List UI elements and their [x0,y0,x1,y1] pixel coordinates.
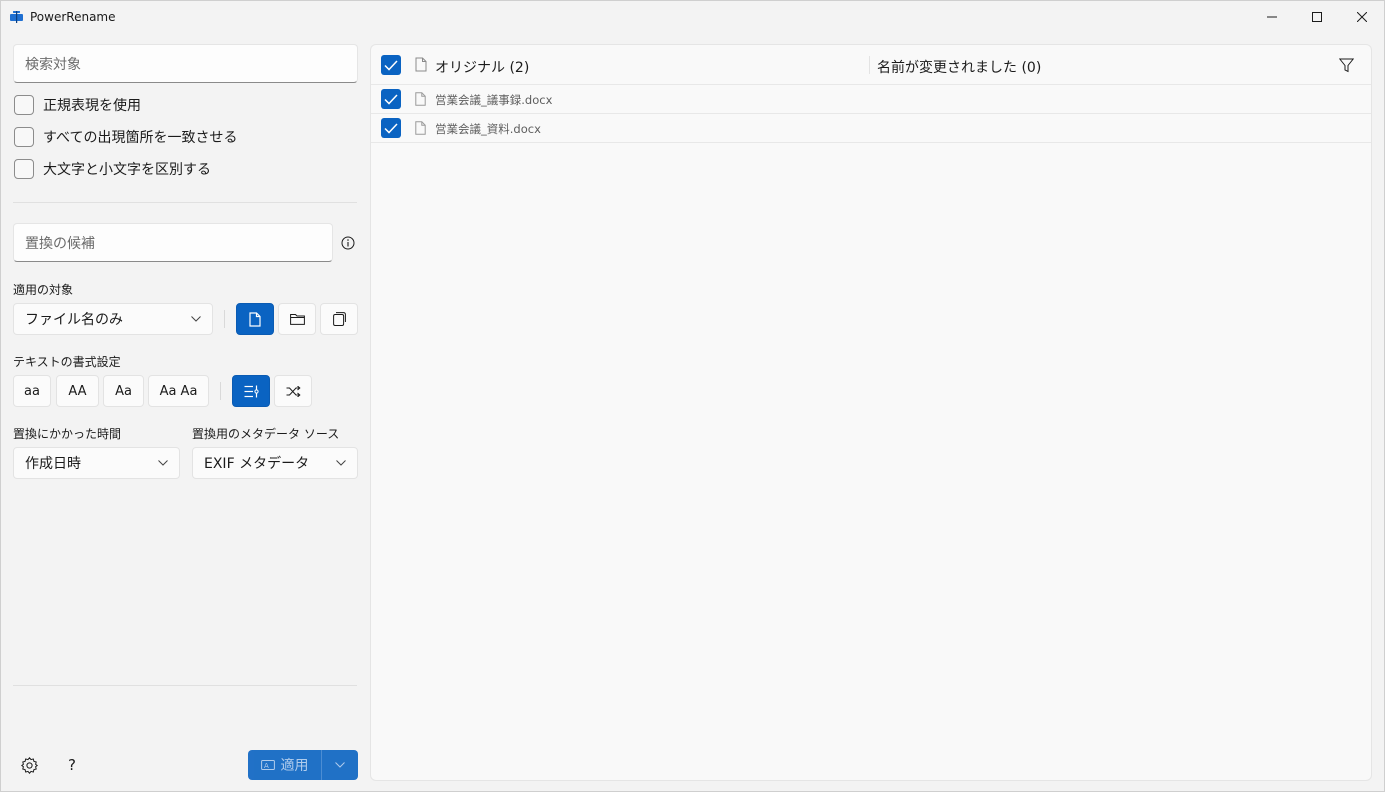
apply-to-dropdown[interactable]: ファイル名のみ [13,303,213,335]
original-header: オリジナル (2) [435,60,530,76]
checkmark-icon [384,93,398,105]
subfolder-icon [332,312,346,326]
metadata-label: 置換用のメタデータ ソース [192,427,340,441]
regex-checkbox[interactable] [14,95,34,115]
titlecase-button[interactable]: Aa [103,375,144,407]
close-icon [1357,12,1367,22]
apply-to-label: 適用の対象 [13,283,74,297]
enumerate-icon [244,385,259,397]
renamed-header: 名前が変更されました (0) [877,60,1042,76]
lowercase-button[interactable]: aa [13,375,51,407]
option-case-sensitive[interactable]: 大文字と小文字を区別する [14,158,211,180]
minimize-icon [1267,16,1277,18]
metadata-selected: EXIF メタデータ [204,456,310,472]
randomize-button[interactable] [274,375,312,407]
maximize-button[interactable] [1294,1,1340,33]
file-name: 営業会議_議事録.docx [435,93,553,107]
metadata-dropdown[interactable]: EXIF メタデータ [192,447,358,479]
apply-label: 適用 [280,758,309,774]
uppercase-button[interactable]: AA [56,375,99,407]
include-files-button[interactable] [236,303,274,335]
capitalize-words-label: Aa Aa [159,383,198,399]
apply-button[interactable]: A 適用 [248,750,322,780]
row-checkbox[interactable] [381,89,401,109]
shuffle-icon [286,385,301,397]
row-checkbox[interactable] [381,118,401,138]
section-divider [13,202,357,203]
file-list-panel: オリジナル (2) 名前が変更されました (0) 営業会議_議事録.docx 営… [370,44,1372,781]
chevron-down-icon [158,460,168,466]
file-icon [415,57,427,72]
include-folders-button[interactable] [278,303,316,335]
separator [220,382,221,400]
search-placeholder: 検索対象 [25,56,81,73]
list-item[interactable]: 営業会議_資料.docx [371,114,1371,143]
replace-input[interactable]: 置換の候補 [13,223,333,262]
help-label: ? [68,756,76,774]
uppercase-label: AA [68,383,87,399]
window-title: PowerRename [30,10,116,24]
svg-text:A: A [264,762,269,770]
checkmark-icon [384,122,398,134]
separator [224,310,225,328]
match-all-checkbox[interactable] [14,127,34,147]
file-icon [415,92,426,106]
rename-icon: A [260,760,275,770]
select-all-checkbox[interactable] [381,55,401,75]
case-sensitive-checkbox[interactable] [14,159,34,179]
folder-icon [289,314,305,325]
enumerate-items-button[interactable] [232,375,270,407]
option-label: 大文字と小文字を区別する [43,162,211,178]
include-subfolders-button[interactable] [320,303,358,335]
option-use-regex[interactable]: 正規表現を使用 [14,94,141,116]
list-header: オリジナル (2) 名前が変更されました (0) [371,45,1371,85]
lowercase-label: aa [24,383,40,399]
file-icon [249,311,261,327]
apply-dropdown-button[interactable] [322,750,358,780]
column-separator [869,56,870,74]
file-name: 営業会議_資料.docx [435,122,541,136]
checkmark-icon [384,59,398,71]
help-button[interactable]: ? [61,753,83,777]
option-label: 正規表現を使用 [43,98,141,114]
filter-button[interactable] [1335,55,1357,75]
title-bar: PowerRename [1,1,1384,33]
replace-placeholder: 置換の候補 [25,235,95,252]
chevron-down-icon [336,460,346,466]
close-button[interactable] [1339,1,1385,33]
footer-divider [13,685,357,686]
time-label: 置換にかかった時間 [13,427,122,441]
search-input[interactable]: 検索対象 [13,44,358,83]
maximize-icon [1312,12,1322,22]
time-dropdown[interactable]: 作成日時 [13,447,180,479]
chevron-down-icon [191,316,201,322]
powerrename-window: PowerRename 検索対象 正規表現を使用 すべての出現箇所を一致させる … [0,0,1385,792]
file-icon [415,121,426,135]
capitalize-words-button[interactable]: Aa Aa [148,375,209,407]
info-icon[interactable] [339,234,357,252]
text-format-label: テキストの書式設定 [13,355,121,369]
chevron-down-icon [335,762,345,768]
time-selected: 作成日時 [25,456,81,472]
minimize-button[interactable] [1249,1,1295,33]
filter-icon [1338,58,1354,72]
powerrename-app-icon [10,11,23,23]
option-label: すべての出現箇所を一致させる [43,130,238,146]
settings-button[interactable] [17,753,41,777]
list-item[interactable]: 営業会議_議事録.docx [371,85,1371,114]
apply-split-button[interactable]: A 適用 [248,750,358,780]
apply-to-selected: ファイル名のみ [25,312,123,328]
titlecase-label: Aa [115,383,132,399]
gear-icon [20,756,38,774]
option-match-all[interactable]: すべての出現箇所を一致させる [14,126,237,148]
